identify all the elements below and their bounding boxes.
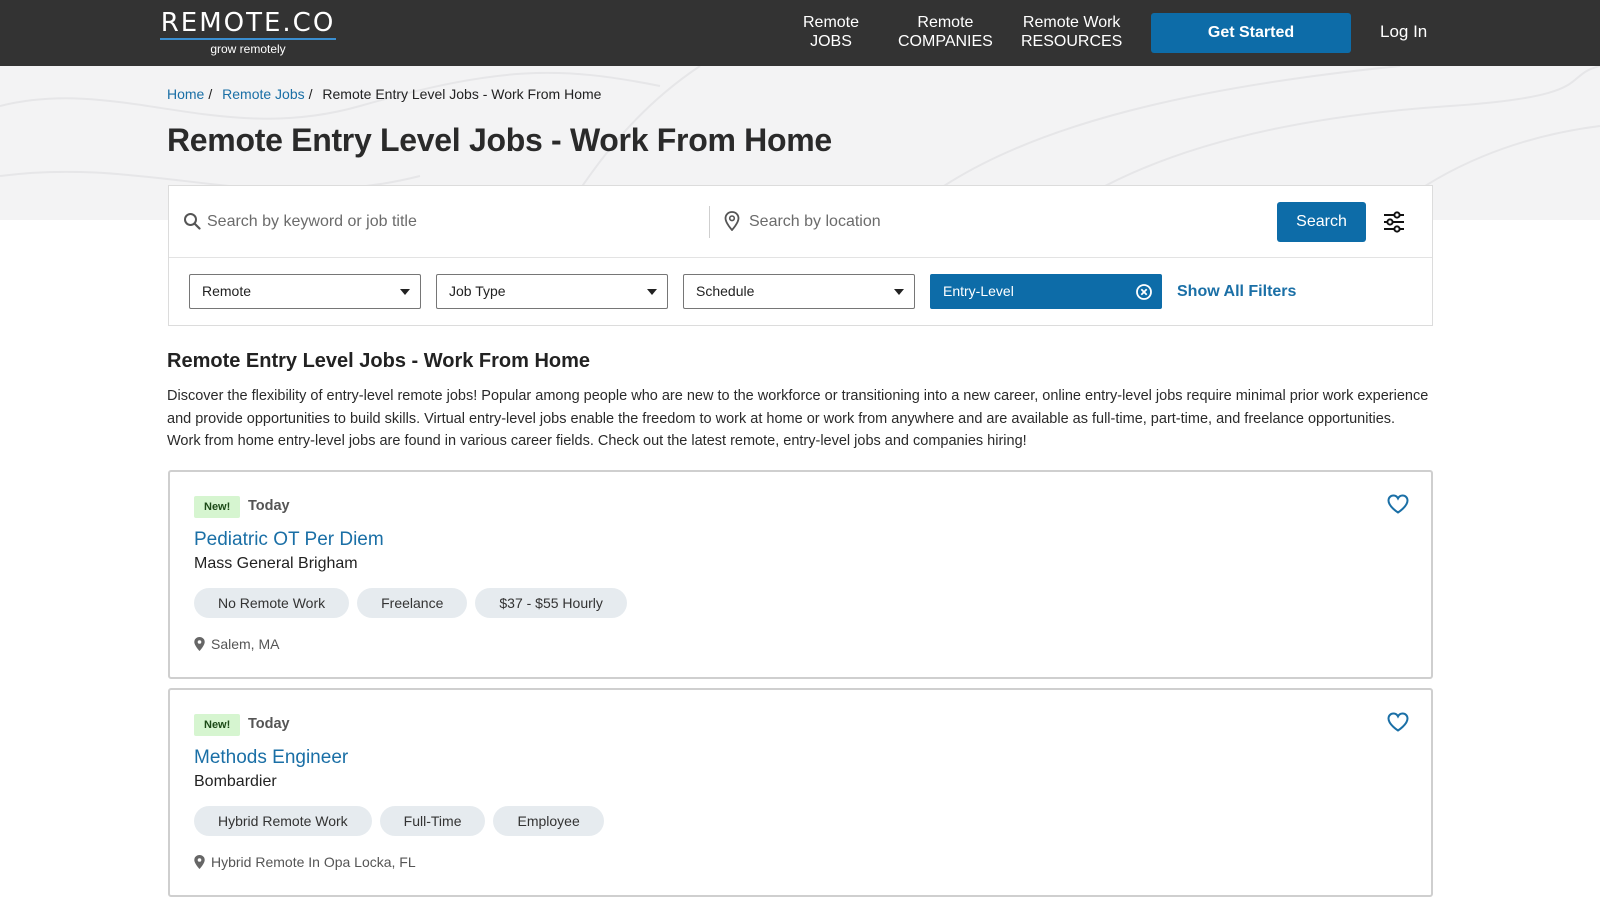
heart-icon[interactable]	[1387, 494, 1409, 514]
map-pin-icon	[724, 211, 740, 231]
nav-remote-jobs-line2: JOBS	[810, 33, 852, 50]
keyword-search-input[interactable]	[207, 204, 687, 240]
chevron-down-icon	[647, 289, 657, 295]
map-pin-icon	[194, 855, 205, 869]
nav-remote-companies[interactable]: Remote COMPANIES	[898, 13, 993, 51]
logo-wordmark: REMOTE.CO	[160, 8, 336, 40]
site-logo[interactable]: REMOTE.CO grow remotely	[160, 8, 336, 57]
job-type-filter-label: Job Type	[449, 283, 506, 299]
job-card[interactable]: New! Today Pediatric OT Per Diem Mass Ge…	[168, 470, 1433, 679]
breadcrumb: Home / Remote Jobs / Remote Entry Level Jo…	[167, 86, 601, 103]
job-tag: No Remote Work	[194, 588, 350, 618]
job-tag: Employee	[493, 806, 604, 836]
search-row: Search	[169, 186, 1432, 258]
nav-remote-jobs-line1: Remote	[803, 14, 860, 31]
filter-row: Remote Job Type Schedule Entry-Level Sho…	[169, 258, 1432, 326]
nav-resources-line2: RESOURCES	[1021, 33, 1123, 50]
breadcrumb-home[interactable]: Home	[167, 86, 204, 102]
breadcrumb-separator: /	[208, 86, 213, 102]
company-name: Bombardier	[194, 773, 277, 790]
schedule-filter-label: Schedule	[696, 283, 755, 299]
breadcrumb-current: Remote Entry Level Jobs - Work From Home	[322, 86, 602, 102]
posted-date: Today	[248, 498, 290, 514]
job-tags: Hybrid Remote Work Full-Time Employee	[194, 806, 604, 836]
map-pin-icon	[194, 637, 205, 651]
new-badge: New!	[194, 714, 241, 736]
breadcrumb-remote-jobs[interactable]: Remote Jobs	[222, 86, 304, 102]
job-tag: Freelance	[357, 588, 468, 618]
chevron-down-icon	[400, 289, 410, 295]
nav-remote-work-resources[interactable]: Remote Work RESOURCES	[1021, 13, 1122, 51]
logo-tagline: grow remotely	[210, 42, 286, 56]
job-location: Salem, MA	[194, 635, 279, 653]
location-search-input[interactable]	[749, 204, 1229, 240]
new-badge: New!	[194, 496, 241, 518]
job-location: Hybrid Remote In Opa Locka, FL	[194, 853, 416, 871]
heart-icon[interactable]	[1387, 712, 1409, 732]
job-location-text: Salem, MA	[211, 636, 280, 652]
job-tags: No Remote Work Freelance $37 - $55 Hourl…	[194, 588, 627, 618]
remote-filter-label: Remote	[202, 283, 252, 299]
entry-level-filter-label: Entry-Level	[943, 283, 1014, 299]
job-tag: $37 - $55 Hourly	[475, 588, 627, 618]
job-title-link[interactable]: Methods Engineer	[194, 746, 348, 770]
sliders-icon[interactable]	[1382, 210, 1406, 234]
entry-level-filter-chip[interactable]: Entry-Level	[930, 274, 1162, 309]
nav-remote-companies-line1: Remote	[917, 14, 974, 31]
schedule-filter-dropdown[interactable]: Schedule	[683, 274, 915, 309]
nav-resources-line1: Remote Work	[1022, 14, 1121, 31]
search-panel: Search Remote Job Type Schedule Entr	[168, 185, 1433, 326]
breadcrumb-separator: /	[308, 86, 313, 102]
posted-date: Today	[248, 716, 290, 732]
show-all-filters-link[interactable]: Show All Filters	[1177, 283, 1296, 301]
job-tag: Full-Time	[379, 806, 486, 836]
search-icon	[184, 213, 201, 230]
section-title: Remote Entry Level Jobs - Work From Home	[167, 350, 591, 372]
login-link[interactable]: Log In	[1380, 22, 1427, 42]
company-name: Mass General Brigham	[194, 555, 358, 572]
search-button[interactable]: Search	[1277, 202, 1366, 242]
section-description: Discover the flexibility of entry-level …	[167, 388, 1429, 449]
page-title: Remote Entry Level Jobs - Work From Home	[167, 122, 832, 158]
job-type-filter-dropdown[interactable]: Job Type	[436, 274, 668, 309]
job-location-text: Hybrid Remote In Opa Locka, FL	[211, 854, 416, 870]
site-header: REMOTE.CO grow remotely Remote JOBS Remo…	[0, 0, 1600, 66]
nav-remote-jobs[interactable]: Remote JOBS	[803, 13, 859, 51]
search-divider	[709, 206, 710, 238]
get-started-button[interactable]: Get Started	[1151, 13, 1351, 53]
remote-filter-dropdown[interactable]: Remote	[189, 274, 421, 309]
job-title-link[interactable]: Pediatric OT Per Diem	[194, 528, 384, 552]
nav-remote-companies-line2: COMPANIES	[898, 33, 993, 50]
clear-filter-icon[interactable]	[1135, 283, 1153, 301]
job-tag: Hybrid Remote Work	[194, 806, 372, 836]
chevron-down-icon	[894, 289, 904, 295]
job-card[interactable]: New! Today Methods Engineer Bombardier H…	[168, 688, 1433, 897]
